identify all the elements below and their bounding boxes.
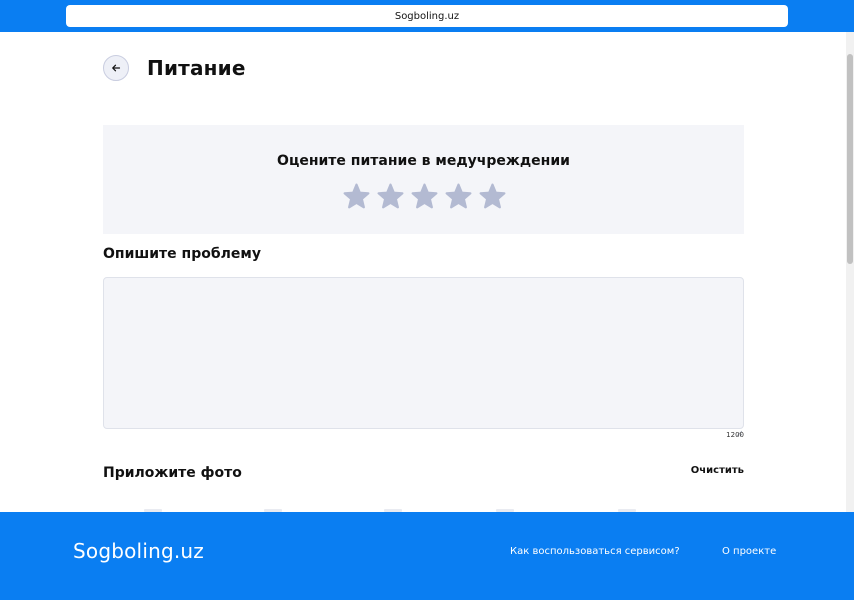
star-icon[interactable]: [343, 183, 370, 210]
browser-top-bar: Sogboling.uz: [0, 0, 854, 32]
back-button[interactable]: [103, 55, 129, 81]
page: Sogboling.uz Питание Оцените питание в м…: [0, 0, 854, 600]
rating-panel: Оцените питание в медучреждении: [103, 125, 744, 234]
char-counter: 1200: [726, 431, 744, 439]
rating-title: Оцените питание в медучреждении: [277, 153, 570, 169]
page-title: Питание: [147, 56, 246, 80]
describe-problem-label: Опишите проблему: [103, 246, 261, 262]
scrollbar-thumb[interactable]: [847, 54, 853, 264]
star-icon[interactable]: [377, 183, 404, 210]
footer: Sogboling.uz Как воспользоваться сервисо…: [0, 512, 854, 600]
footer-logo[interactable]: Sogboling.uz: [73, 539, 204, 563]
vertical-scrollbar[interactable]: [846, 32, 854, 512]
star-icon[interactable]: [411, 183, 438, 210]
clear-button[interactable]: Очистить: [691, 465, 744, 476]
star-rating: [343, 183, 506, 210]
footer-link-about[interactable]: О проекте: [722, 546, 776, 557]
resize-grip-icon[interactable]: [736, 421, 743, 437]
attach-photo-label: Приложите фото: [103, 465, 242, 481]
star-icon[interactable]: [479, 183, 506, 210]
address-bar[interactable]: Sogboling.uz: [66, 5, 788, 27]
address-bar-text: Sogboling.uz: [394, 10, 460, 22]
arrow-left-icon: [111, 61, 121, 76]
footer-link-how-to-use[interactable]: Как воспользоваться сервисом?: [510, 546, 680, 557]
problem-textarea[interactable]: [103, 277, 744, 429]
star-icon[interactable]: [445, 183, 472, 210]
